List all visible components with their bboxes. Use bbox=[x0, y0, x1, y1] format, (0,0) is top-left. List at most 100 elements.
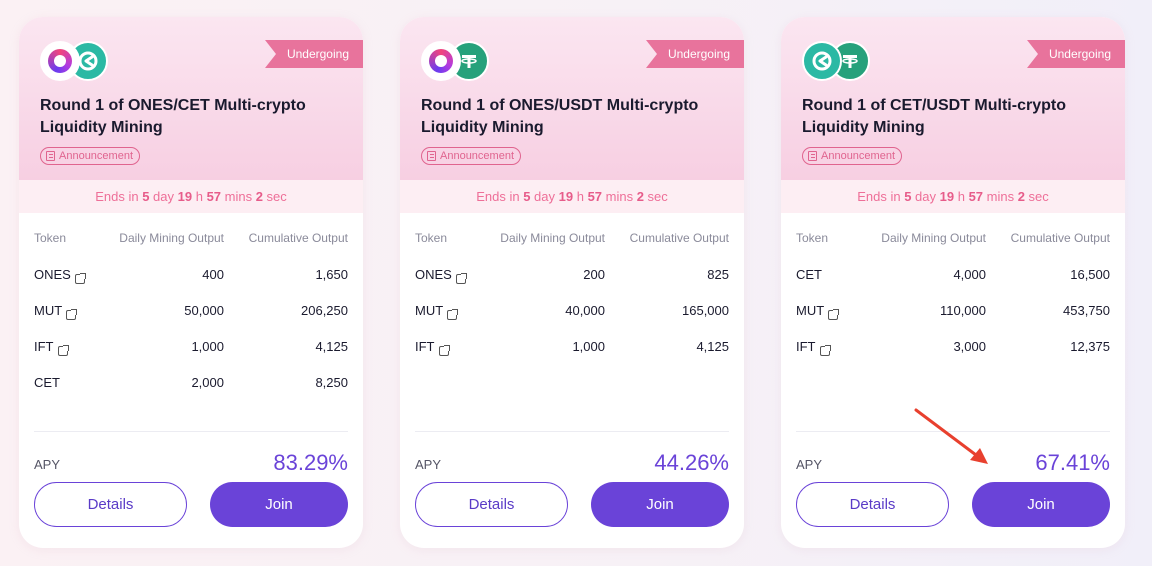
countdown-secs: 2 bbox=[1017, 189, 1025, 204]
token-name[interactable]: ONES bbox=[415, 267, 452, 282]
join-button[interactable]: Join bbox=[591, 482, 729, 527]
external-link-icon[interactable] bbox=[447, 308, 459, 320]
apy-label: APY bbox=[34, 457, 61, 472]
apy-value: 83.29% bbox=[273, 450, 348, 475]
countdown-secs-unit: sec bbox=[1024, 189, 1049, 204]
apy-label: APY bbox=[415, 457, 442, 472]
header-cumulative-output: Cumulative Output bbox=[629, 231, 729, 245]
token-name[interactable]: ONES bbox=[34, 267, 71, 282]
token-name[interactable]: IFT bbox=[415, 339, 435, 354]
token-name[interactable]: IFT bbox=[796, 339, 816, 354]
status-badge: Undergoing bbox=[1027, 40, 1125, 68]
token-name[interactable]: IFT bbox=[34, 339, 54, 354]
card-title: Round 1 of CET/USDT Multi-crypto Liquidi… bbox=[802, 97, 1066, 136]
countdown-secs: 2 bbox=[255, 189, 263, 204]
countdown-hours-unit: h bbox=[573, 189, 588, 204]
join-button[interactable]: Join bbox=[210, 482, 348, 527]
external-link-icon[interactable] bbox=[66, 308, 78, 320]
cumulative-output-cell: 206,250 bbox=[301, 303, 348, 318]
token-cell[interactable]: MUT bbox=[34, 303, 78, 320]
external-link-icon[interactable] bbox=[819, 344, 831, 356]
countdown-days: 5 bbox=[904, 189, 912, 204]
header-cumulative-output: Cumulative Output bbox=[248, 231, 348, 245]
header-daily-output: Daily Mining Output bbox=[119, 231, 224, 245]
details-button[interactable]: Details bbox=[34, 482, 187, 527]
join-button[interactable]: Join bbox=[972, 482, 1110, 527]
cumulative-output-cell: 165,000 bbox=[682, 303, 729, 318]
cumulative-output-cell: 1,650 bbox=[315, 267, 348, 282]
apy-value: 67.41% bbox=[1035, 450, 1110, 475]
daily-output-cell: 2,000 bbox=[191, 375, 224, 390]
daily-output-cell: 110,000 bbox=[939, 303, 986, 318]
external-link-icon[interactable] bbox=[455, 272, 467, 284]
output-table: ONES 400 1,650 MUT 50,000 206,250 IFT 1,… bbox=[34, 263, 348, 407]
countdown-mins: 57 bbox=[206, 189, 222, 204]
token-cell[interactable]: ONES bbox=[415, 267, 467, 284]
output-table: CET 4,000 16,500 MUT 110,000 453,750 IFT… bbox=[796, 263, 1110, 371]
cet-icon bbox=[802, 41, 842, 81]
mining-cards-container: Undergoing Round 1 of ONES/CET Multi-cry… bbox=[0, 0, 1152, 566]
coin-pair-icons bbox=[421, 41, 501, 81]
card-header: Undergoing Round 1 of CET/USDT Multi-cry… bbox=[781, 17, 1125, 180]
table-header: Token Daily Mining Output Cumulative Out… bbox=[415, 231, 729, 247]
announcement-label[interactable]: Announcement bbox=[821, 150, 895, 162]
document-icon bbox=[427, 151, 436, 161]
token-name[interactable]: MUT bbox=[796, 303, 824, 318]
card-header: Undergoing Round 1 of ONES/USDT Multi-cr… bbox=[400, 17, 744, 180]
countdown-days-unit: day bbox=[911, 189, 940, 204]
table-row: ONES 200 825 bbox=[415, 263, 729, 299]
countdown-bar: Ends in 5 day 19 h 57 mins 2 sec bbox=[19, 180, 363, 213]
details-button[interactable]: Details bbox=[415, 482, 568, 527]
external-link-icon[interactable] bbox=[74, 272, 86, 284]
countdown-hours: 19 bbox=[939, 189, 955, 204]
countdown-days: 5 bbox=[142, 189, 150, 204]
external-link-icon[interactable] bbox=[828, 308, 840, 320]
announcement-link[interactable]: Announcement bbox=[421, 147, 521, 165]
countdown-mins-unit: mins bbox=[602, 189, 637, 204]
details-button[interactable]: Details bbox=[796, 482, 949, 527]
announcement-label[interactable]: Announcement bbox=[440, 150, 514, 162]
token-cell[interactable]: MUT bbox=[415, 303, 459, 320]
countdown-days-unit: day bbox=[530, 189, 559, 204]
announcement-link[interactable]: Announcement bbox=[40, 147, 140, 165]
document-icon bbox=[808, 151, 817, 161]
table-row: IFT 1,000 4,125 bbox=[415, 335, 729, 371]
countdown-mins: 57 bbox=[587, 189, 603, 204]
token-cell[interactable]: MUT bbox=[796, 303, 840, 320]
daily-output-cell: 200 bbox=[583, 267, 605, 282]
header-daily-output: Daily Mining Output bbox=[881, 231, 986, 245]
countdown-hours-unit: h bbox=[954, 189, 969, 204]
countdown-prefix: Ends in bbox=[95, 189, 143, 204]
token-name[interactable]: MUT bbox=[34, 303, 62, 318]
card-header: Undergoing Round 1 of ONES/CET Multi-cry… bbox=[19, 17, 363, 180]
status-badge: Undergoing bbox=[646, 40, 744, 68]
token-name: CET bbox=[34, 375, 60, 390]
header-daily-output: Daily Mining Output bbox=[500, 231, 605, 245]
token-cell[interactable]: IFT bbox=[415, 339, 450, 356]
ones-icon bbox=[40, 41, 80, 81]
token-cell[interactable]: IFT bbox=[34, 339, 69, 356]
announcement-link[interactable]: Announcement bbox=[802, 147, 902, 165]
header-token: Token bbox=[796, 231, 829, 245]
countdown-prefix: Ends in bbox=[857, 189, 905, 204]
announcement-label[interactable]: Announcement bbox=[59, 150, 133, 162]
daily-output-cell: 50,000 bbox=[184, 303, 224, 318]
token-cell[interactable]: ONES bbox=[34, 267, 86, 284]
external-link-icon[interactable] bbox=[438, 344, 450, 356]
mining-card: Undergoing Round 1 of ONES/USDT Multi-cr… bbox=[400, 17, 744, 548]
token-cell: CET bbox=[796, 267, 822, 282]
external-link-icon[interactable] bbox=[57, 344, 69, 356]
cumulative-output-cell: 12,375 bbox=[1070, 339, 1110, 354]
token-cell[interactable]: IFT bbox=[796, 339, 831, 356]
apy-label: APY bbox=[796, 457, 823, 472]
countdown-prefix: Ends in bbox=[476, 189, 524, 204]
table-row: MUT 40,000 165,000 bbox=[415, 299, 729, 335]
daily-output-cell: 1,000 bbox=[191, 339, 224, 354]
countdown-hours-unit: h bbox=[192, 189, 207, 204]
countdown-secs: 2 bbox=[636, 189, 644, 204]
mining-card: Undergoing Round 1 of CET/USDT Multi-cry… bbox=[781, 17, 1125, 548]
table-header: Token Daily Mining Output Cumulative Out… bbox=[796, 231, 1110, 247]
token-name[interactable]: MUT bbox=[415, 303, 443, 318]
card-title: Round 1 of ONES/USDT Multi-crypto Liquid… bbox=[421, 97, 699, 136]
cumulative-output-cell: 4,125 bbox=[315, 339, 348, 354]
